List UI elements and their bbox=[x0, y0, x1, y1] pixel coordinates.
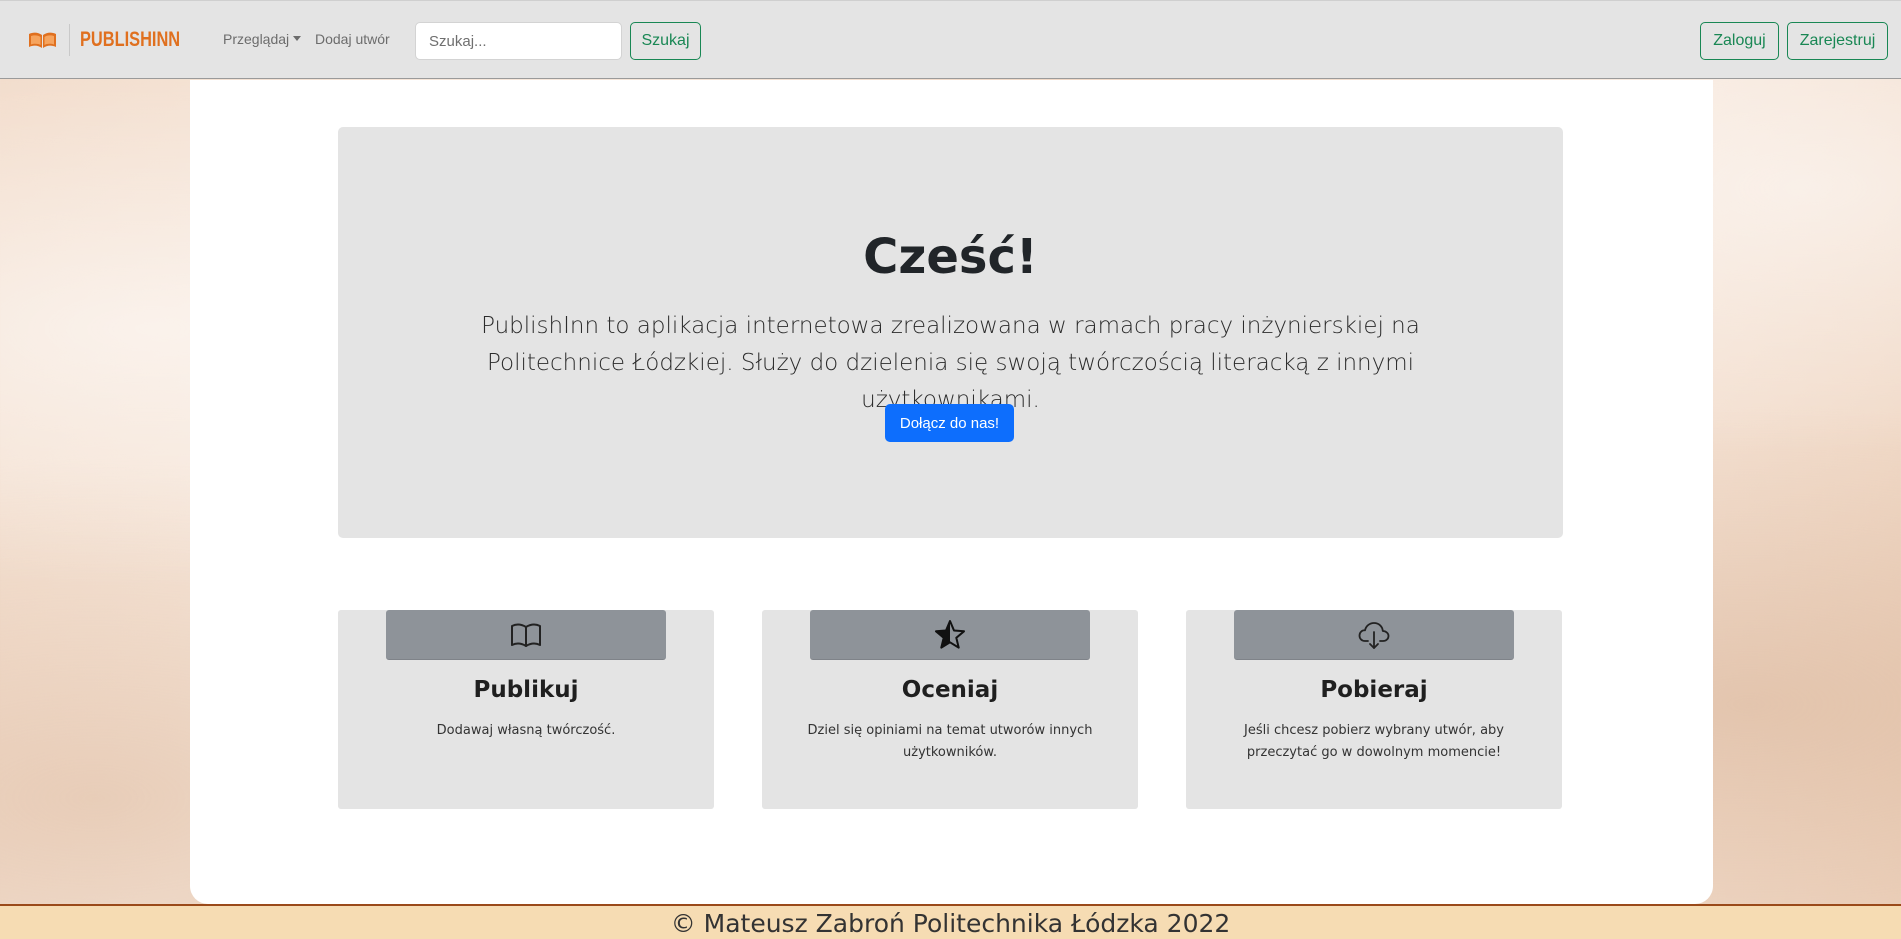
browse-dropdown[interactable]: Przeglądaj bbox=[223, 31, 302, 47]
hero-jumbotron: Cześć! PublishInn to aplikacja interneto… bbox=[338, 127, 1563, 538]
brand-divider bbox=[69, 24, 70, 56]
feature-icon-header bbox=[810, 610, 1090, 660]
add-work-link[interactable]: Dodaj utwór bbox=[315, 31, 390, 47]
login-button[interactable]: Zaloguj bbox=[1700, 22, 1779, 60]
feature-card-rate: Oceniaj Dziel się opiniami na temat utwo… bbox=[762, 610, 1138, 809]
feature-icon-header bbox=[386, 610, 666, 660]
cloud-download-icon bbox=[1358, 621, 1390, 649]
page-footer: © Mateusz Zabroń Politechnika Łódzka 202… bbox=[0, 904, 1901, 939]
footer-copyright: © Mateusz Zabroń Politechnika Łódzka 202… bbox=[670, 909, 1231, 938]
feature-description: Dodawaj własną twórczość. bbox=[436, 723, 616, 738]
browse-label: Przeglądaj bbox=[223, 31, 290, 47]
open-book-logo-icon bbox=[29, 32, 56, 48]
feature-title: Publikuj bbox=[473, 677, 579, 703]
hero-title: Cześć! bbox=[863, 229, 1038, 285]
feature-title: Pobieraj bbox=[1320, 677, 1428, 703]
brand-link[interactable]: PUBLISHINN bbox=[28, 23, 208, 57]
register-button[interactable]: Zarejestruj bbox=[1787, 22, 1888, 60]
main-content-card: Cześć! PublishInn to aplikacja interneto… bbox=[190, 80, 1713, 904]
feature-description: Jeśli chcesz pobierz wybrany utwór, aby … bbox=[1244, 723, 1504, 760]
search-input[interactable] bbox=[415, 22, 622, 60]
brand-name: PUBLISHINN bbox=[80, 28, 181, 51]
feature-card-publish: Publikuj Dodawaj własną twórczość. bbox=[338, 610, 714, 809]
feature-icon-header bbox=[1234, 610, 1514, 660]
caret-down-icon bbox=[293, 36, 302, 41]
feature-description: Dziel się opiniami na temat utworów inny… bbox=[807, 723, 1093, 760]
feature-card-download: Pobieraj Jeśli chcesz pobierz wybrany ut… bbox=[1186, 610, 1562, 809]
search-button[interactable]: Szukaj bbox=[630, 22, 701, 60]
top-navbar: PUBLISHINN Przeglądaj Dodaj utwór Szukaj… bbox=[0, 0, 1901, 79]
feature-title: Oceniaj bbox=[901, 677, 999, 703]
hero-description: PublishInn to aplikacja internetowa zrea… bbox=[481, 313, 1420, 413]
star-half-icon bbox=[935, 619, 965, 649]
book-icon bbox=[511, 623, 541, 647]
join-us-button[interactable]: Dołącz do nas! bbox=[885, 404, 1014, 442]
